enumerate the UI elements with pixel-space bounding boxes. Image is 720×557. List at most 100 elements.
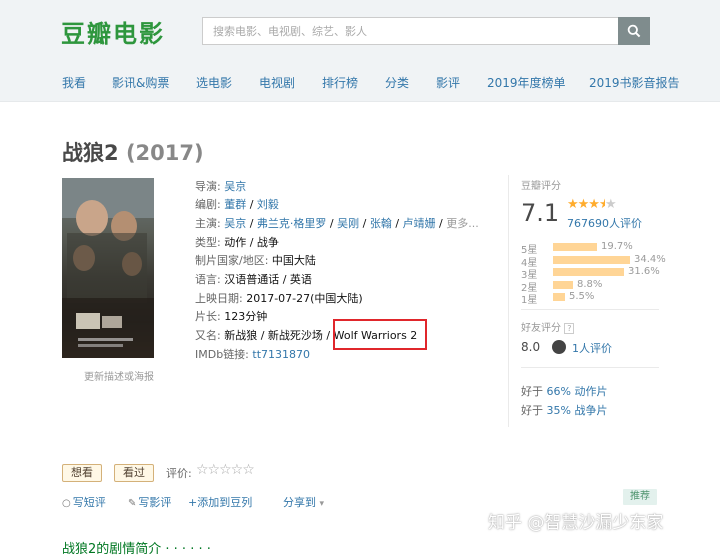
rating-bar-3: 3星 31.6% [521,266,661,281]
movie-title-text: 战狼2 [62,141,119,165]
info-genre-row: 类型: 动作 / 战争 [195,234,279,250]
douban-movie-logo[interactable]: 豆瓣电影 [61,14,165,49]
info-imdb-row: IMDb链接: tt7131870 [195,346,310,362]
recommend-button[interactable]: 推荐 [623,489,657,505]
imdb-link[interactable]: tt7131870 [252,348,310,361]
search-button[interactable] [618,17,650,45]
rate-stars-input[interactable]: ☆☆☆☆☆ [196,462,255,478]
bar-fill [553,243,597,251]
director-link[interactable]: 吴京 [224,180,246,193]
cast-more-link[interactable]: 更多... [446,217,479,230]
watermark: 知乎 @智慧沙漏少东家 [488,513,664,533]
want-to-watch-button[interactable]: 想看 [62,464,102,482]
bar-percent: 5.5% [569,291,595,302]
write-short-review-link[interactable]: ○ 写短评 [62,494,106,510]
rating-score: 7.1 [521,199,560,227]
poster-artwork [62,178,154,358]
info-cast-row: 主演: 吴京 / 弗兰克·格里罗 / 吴刚 / 张翰 / 卢靖姗 / 更多... [195,217,479,230]
friend-avatar[interactable] [552,340,566,354]
main-nav: 我看 影讯&购票 选电影 电视剧 排行榜 分类 影评 2019年度榜单 2019… [0,62,720,102]
writer-label: 编剧: [195,198,221,211]
friend-votes-link[interactable]: 1人评价 [572,340,612,356]
nav-item-annual-list[interactable]: 2019年度榜单 [487,74,566,91]
region-value: 中国大陆 [271,254,316,267]
nav-item-charts[interactable]: 排行榜 [322,74,358,91]
info-runtime-row: 片长: 123分钟 [195,308,267,324]
search-icon [627,24,641,38]
chevron-down-icon: ▾ [319,499,325,509]
nav-item-reviews[interactable]: 影评 [436,74,460,91]
top-header: 豆瓣电影 [0,0,720,62]
nav-item-showtimes[interactable]: 影讯&购票 [112,74,169,91]
update-poster-link[interactable]: 更新描述或海报 [84,368,154,383]
better-pct-link[interactable]: 35% [547,404,571,417]
better-pct-link[interactable]: 66% [547,385,571,398]
bar-fill [553,268,624,276]
info-region-row: 制片国家/地区: 中国大陆 [195,252,316,268]
info-release-row: 上映日期: 2017-07-27(中国大陆) [195,290,363,306]
bar-fill [553,293,565,301]
release-value: 2017-07-27(中国大陆) [246,292,363,305]
search-input[interactable] [202,17,618,45]
movie-poster[interactable] [62,178,154,358]
nav-item-categories[interactable]: 分类 [385,74,409,91]
rating-bar-2: 2星 8.8% [521,279,661,294]
bar-fill [553,281,573,289]
rating-panel: 豆瓣评分 7.1 ★★★★★ 767690人评价 5星 19.7% 4星 34.… [508,175,666,427]
info-director-row: 导演: 吴京 [195,178,246,194]
rating-label: 豆瓣评分 [521,181,561,192]
genre-label: 类型: [195,236,221,249]
help-icon[interactable]: ? [564,323,575,334]
divider [521,309,659,310]
info-language-row: 语言: 汉语普通话 / 英语 [195,271,312,287]
bar-percent: 19.7% [601,241,633,252]
highlight-annotation-box [333,319,427,350]
aka-label: 又名: [195,329,221,342]
info-writer-row: 编剧: 董群 / 刘毅 [195,198,279,211]
friend-rating-label: 好友评分 ? [521,319,575,334]
write-review-link[interactable]: ✎ 写影评 [128,494,171,510]
language-value: 汉语普通话 / 英语 [224,273,312,286]
nav-item-tv[interactable]: 电视剧 [259,74,295,91]
cast-link[interactable]: 张翰 [370,217,392,230]
runtime-label: 片长: [195,310,221,323]
cast-link[interactable]: 吴京 [224,217,246,230]
rating-votes-link[interactable]: 767690人评价 [567,215,642,231]
cast-label: 主演: [195,217,221,230]
watched-button[interactable]: 看过 [114,464,154,482]
rating-bar-1: 1星 5.5% [521,291,661,306]
cast-link[interactable]: 卢靖姗 [403,217,436,230]
friend-score: 8.0 [521,340,541,354]
writer-link[interactable]: 董群 [224,198,246,211]
better-genre-link[interactable]: 战争片 [574,404,607,417]
share-dropdown[interactable]: 分享到 ▾ [283,494,324,510]
director-label: 导演: [195,180,221,193]
better-genre-link[interactable]: 动作片 [574,385,607,398]
divider [521,367,659,368]
bar-percent: 34.4% [634,254,666,265]
nav-item-my-watch[interactable]: 我看 [62,74,86,91]
cast-link[interactable]: 吴刚 [337,217,359,230]
search-bar [202,17,650,45]
add-to-doulist-link[interactable]: +添加到豆列 [188,494,252,510]
imdb-label: IMDb链接: [195,348,249,361]
movie-year: (2017) [125,141,204,165]
nav-item-annual-report[interactable]: 2019书影音报告 [589,74,680,91]
runtime-value: 123分钟 [224,310,268,323]
page-title: 战狼2 (2017) [62,137,204,167]
rating-bar-4: 4星 34.4% [521,254,666,269]
rating-bar-5: 5星 19.7% [521,241,661,256]
bar-percent: 31.6% [628,266,660,277]
bar-percent: 8.8% [577,279,603,290]
nav-item-explore[interactable]: 选电影 [196,74,232,91]
better-than-war: 好于 35% 战争片 [521,404,608,417]
cast-link[interactable]: 弗兰克·格里罗 [257,217,327,230]
pencil-icon: ✎ [128,498,137,509]
better-than-action: 好于 66% 动作片 [521,385,608,398]
writer-link[interactable]: 刘毅 [257,198,279,211]
release-label: 上映日期: [195,292,243,305]
bar-label: 1星 [521,295,538,306]
rating-stars-icon: ★★★★★ [567,197,617,212]
bar-fill [553,256,630,264]
region-label: 制片国家/地区: [195,254,269,267]
